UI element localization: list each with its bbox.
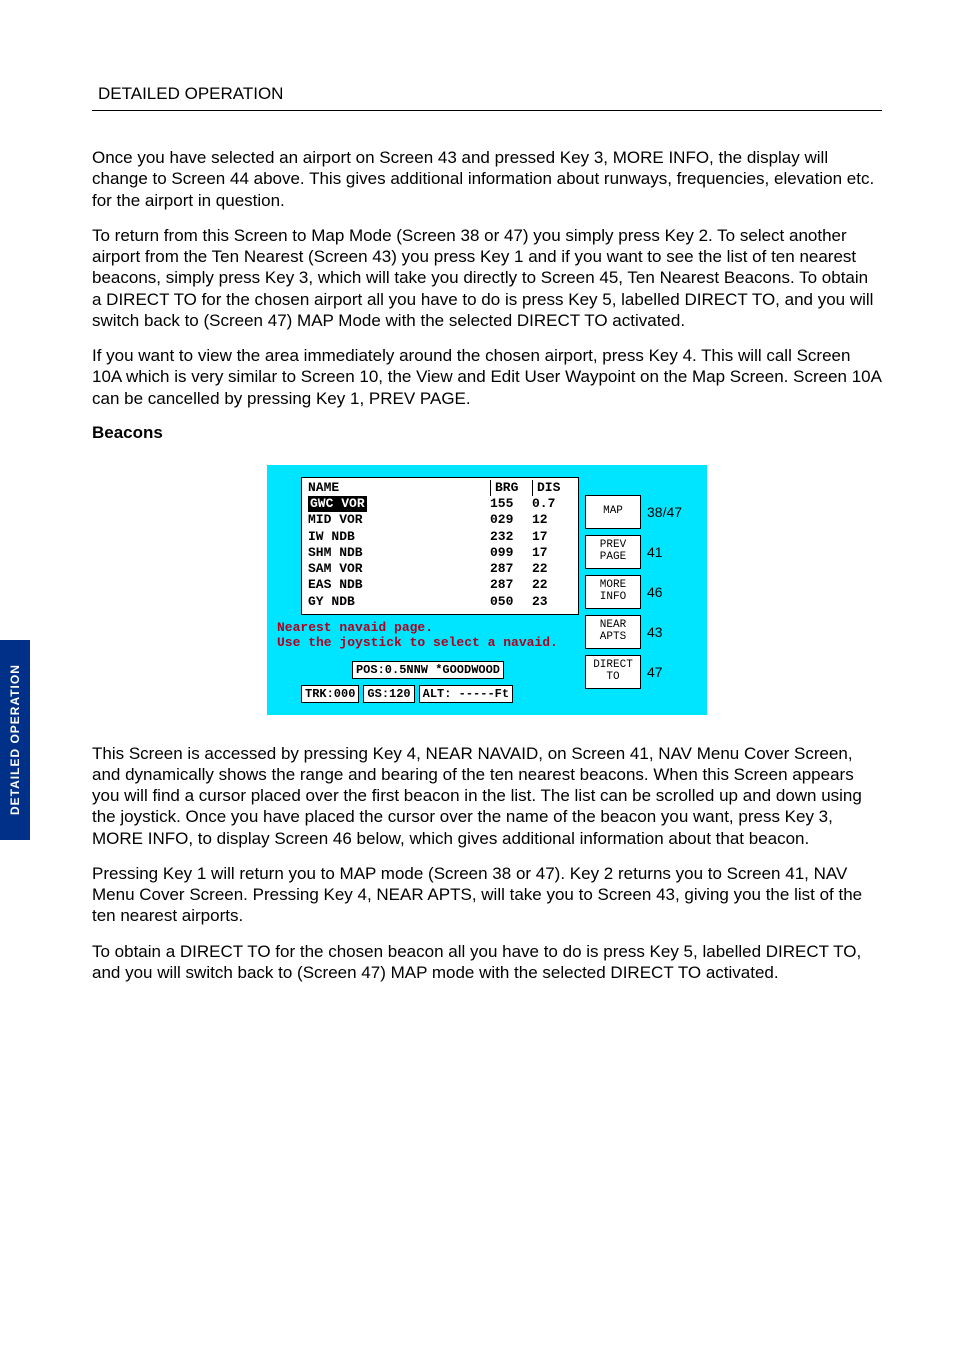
- side-tab: DETAILED OPERATION: [0, 640, 30, 840]
- cell-brg: 029: [490, 512, 532, 528]
- selected-navaid: GWC VOR: [308, 496, 367, 512]
- cell-brg: 287: [490, 561, 532, 577]
- screen-illustration: NAME BRG DIS GWC VOR 155 0.7 MID VOR 029: [92, 465, 882, 715]
- cell-dis: 22: [532, 577, 572, 593]
- softkey-row: NEARAPTS 43: [585, 615, 697, 649]
- cell-name: GWC VOR: [308, 496, 490, 512]
- paragraph: This Screen is accessed by pressing Key …: [92, 743, 882, 849]
- cell-name: MID VOR: [308, 512, 490, 528]
- cell-dis: 22: [532, 561, 572, 577]
- cell-name: SHM NDB: [308, 545, 490, 561]
- softkey-row: DIRECTTO 47: [585, 655, 697, 689]
- cell-brg: 099: [490, 545, 532, 561]
- cell-name: IW NDB: [308, 529, 490, 545]
- softkey-near-apts[interactable]: NEARAPTS: [585, 615, 641, 649]
- cell-name: SAM VOR: [308, 561, 490, 577]
- softkey-num: 43: [647, 624, 663, 640]
- status-nav: TRK:000 GS:120 ALT: -----Ft: [301, 685, 579, 703]
- sub-heading-beacons: Beacons: [92, 423, 882, 443]
- alt-readout: ALT: -----Ft: [419, 685, 513, 703]
- table-row: SAM VOR 287 22: [308, 561, 572, 577]
- table-row: GY NDB 050 23: [308, 594, 572, 610]
- section-header: DETAILED OPERATION: [92, 80, 882, 111]
- softkey-row: MOREINFO 46: [585, 575, 697, 609]
- table-header-row: NAME BRG DIS: [308, 480, 572, 496]
- pos-readout: POS:0.5NNW *GOODWOOD: [352, 661, 504, 679]
- paragraph: If you want to view the area immediately…: [92, 345, 882, 409]
- status-position: POS:0.5NNW *GOODWOOD: [277, 661, 579, 679]
- softkey-num: 41: [647, 544, 663, 560]
- cell-dis: 12: [532, 512, 572, 528]
- softkey-more-info[interactable]: MOREINFO: [585, 575, 641, 609]
- softkey-num: 47: [647, 664, 663, 680]
- hint-line-1: Nearest navaid page.: [277, 621, 579, 636]
- cell-dis: 17: [532, 529, 572, 545]
- cell-dis: 0.7: [532, 496, 572, 512]
- cell-brg: 155: [490, 496, 532, 512]
- softkey-row: PREVPAGE 41: [585, 535, 697, 569]
- table-row: GWC VOR 155 0.7: [308, 496, 572, 512]
- paragraph: To return from this Screen to Map Mode (…: [92, 225, 882, 331]
- lcd-screen: NAME BRG DIS GWC VOR 155 0.7 MID VOR 029: [267, 465, 707, 715]
- softkey-prev-page[interactable]: PREVPAGE: [585, 535, 641, 569]
- cell-brg: 287: [490, 577, 532, 593]
- paragraph: Once you have selected an airport on Scr…: [92, 147, 882, 211]
- navaid-table: NAME BRG DIS GWC VOR 155 0.7 MID VOR 029: [301, 477, 579, 615]
- softkey-column: MAP 38/47 PREVPAGE 41 MOREINFO 46 NEARAP…: [585, 477, 697, 703]
- hint-text: Nearest navaid page. Use the joystick to…: [277, 621, 579, 651]
- gs-readout: GS:120: [363, 685, 414, 703]
- paragraph: To obtain a DIRECT TO for the chosen bea…: [92, 941, 882, 984]
- header-dis: DIS: [532, 480, 572, 496]
- softkey-num: 38/47: [647, 504, 682, 520]
- hint-line-2: Use the joystick to select a navaid.: [277, 636, 579, 651]
- cell-name: GY NDB: [308, 594, 490, 610]
- trk-readout: TRK:000: [301, 685, 359, 703]
- cell-dis: 23: [532, 594, 572, 610]
- cell-name: EAS NDB: [308, 577, 490, 593]
- table-row: EAS NDB 287 22: [308, 577, 572, 593]
- cell-dis: 17: [532, 545, 572, 561]
- cell-brg: 232: [490, 529, 532, 545]
- softkey-num: 46: [647, 584, 663, 600]
- table-row: MID VOR 029 12: [308, 512, 572, 528]
- header-name: NAME: [308, 480, 490, 496]
- cell-brg: 050: [490, 594, 532, 610]
- table-row: SHM NDB 099 17: [308, 545, 572, 561]
- table-row: IW NDB 232 17: [308, 529, 572, 545]
- document-page: DETAILED OPERATION DETAILED OPERATION On…: [0, 0, 954, 1351]
- header-brg: BRG: [490, 480, 532, 496]
- screen-left-panel: NAME BRG DIS GWC VOR 155 0.7 MID VOR 029: [277, 477, 579, 703]
- softkey-map[interactable]: MAP: [585, 495, 641, 529]
- softkey-direct-to[interactable]: DIRECTTO: [585, 655, 641, 689]
- paragraph: Pressing Key 1 will return you to MAP mo…: [92, 863, 882, 927]
- softkey-row: MAP 38/47: [585, 495, 697, 529]
